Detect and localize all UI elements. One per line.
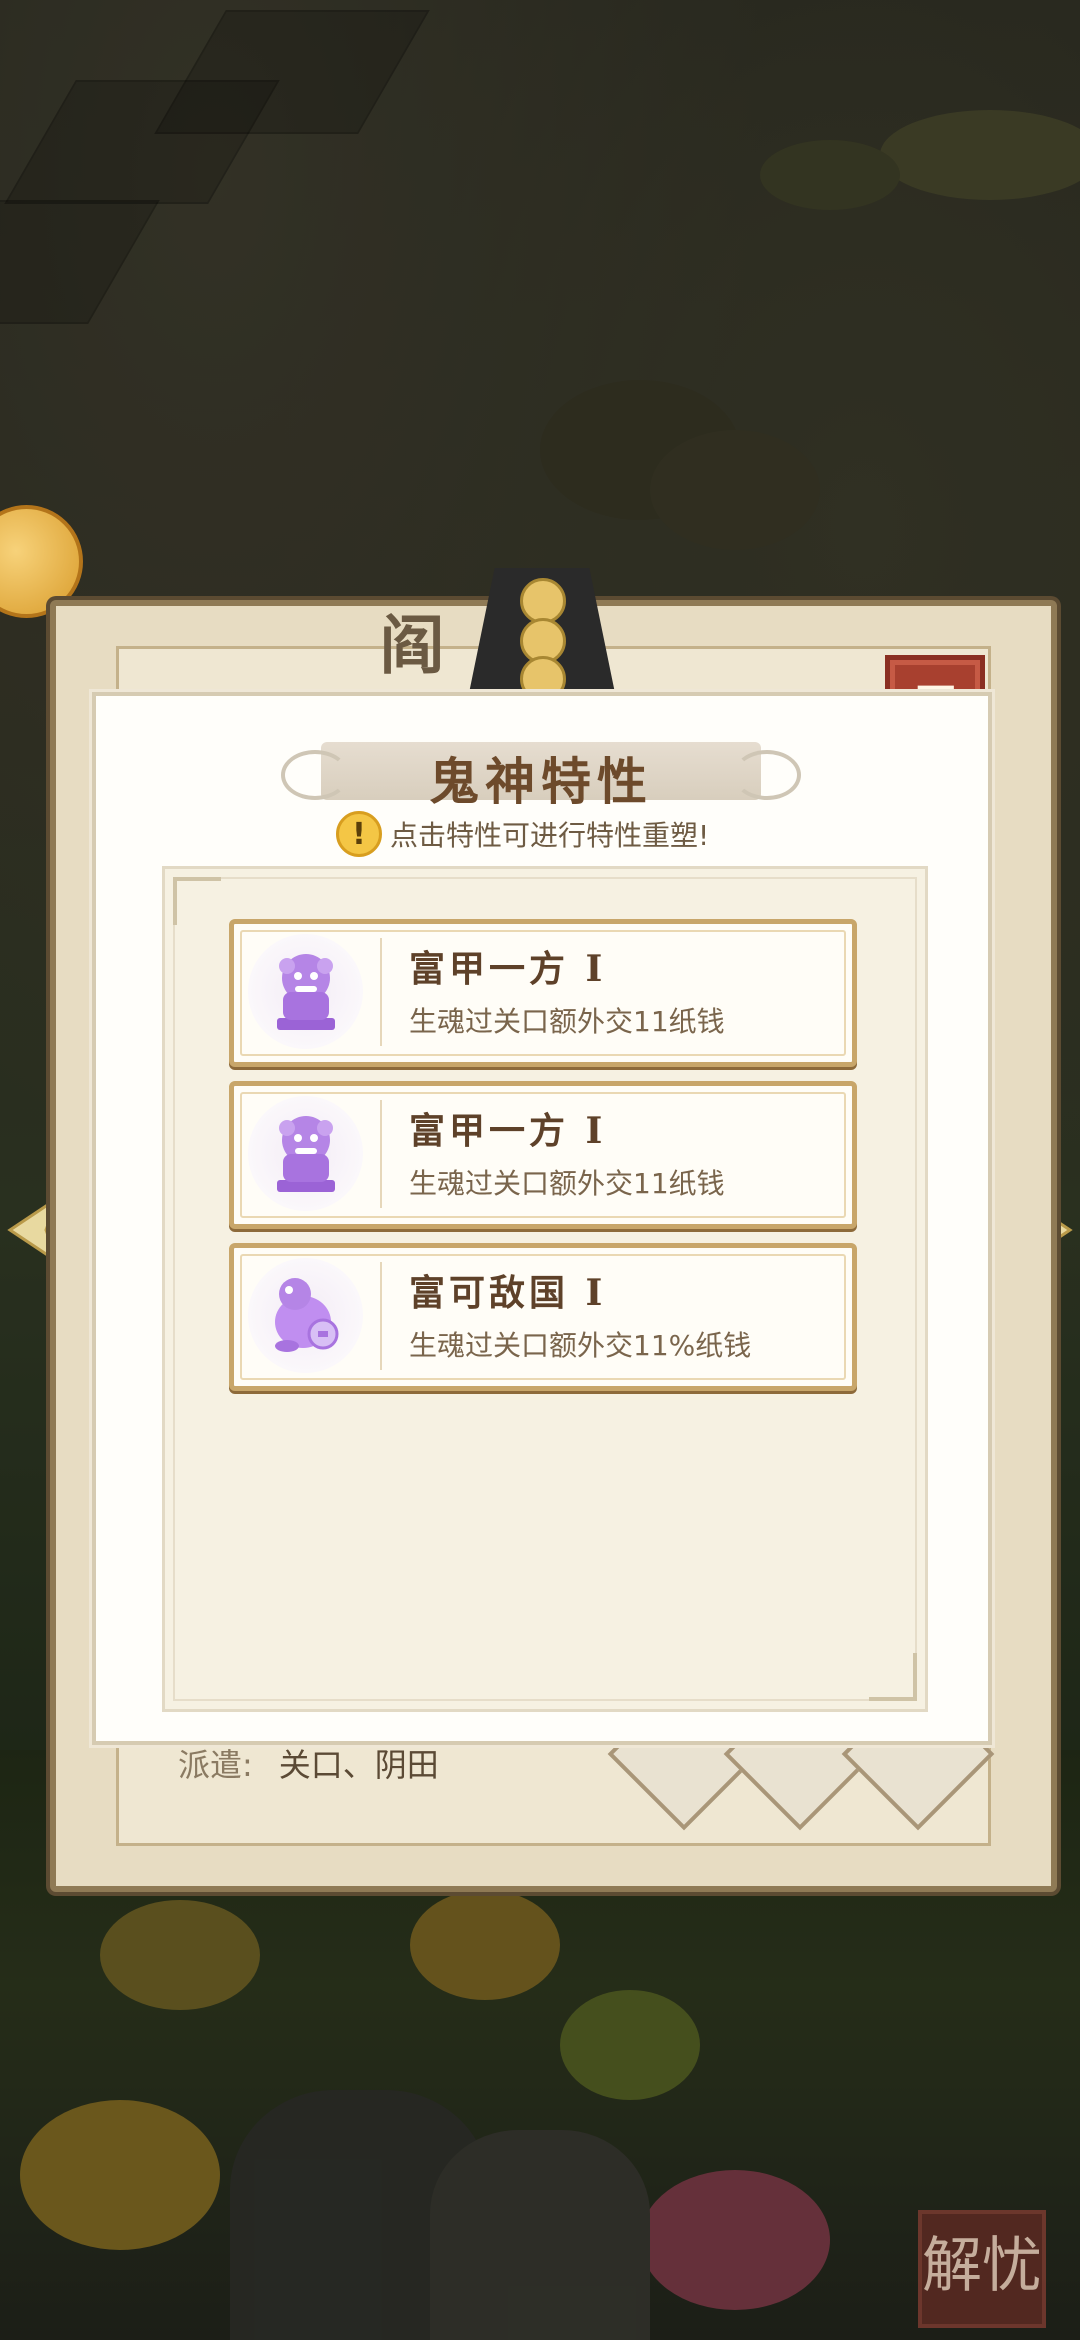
trait-card[interactable]: 富甲一方 I 生魂过关口额外交11纸钱 — [229, 1081, 857, 1229]
trait-description: 生魂过关口额外交11%纸钱 — [409, 1329, 752, 1362]
reshape-hint: ! 点击特性可进行特性重塑! — [336, 811, 710, 857]
trait-name: 富甲一方 I — [409, 948, 607, 990]
trait-description: 生魂过关口额外交11纸钱 — [409, 1167, 725, 1200]
lion-statue-icon — [248, 1096, 363, 1211]
toad-coin-icon — [248, 1258, 363, 1373]
dispatch-info: 派遣: 关口、阴田 — [178, 1740, 439, 1786]
trait-name: 富甲一方 I — [409, 1110, 607, 1152]
dialog-title-banner: 鬼神特性 — [281, 736, 801, 811]
lion-statue-icon — [248, 934, 363, 1049]
trait-card[interactable]: 富可敌国 I 生魂过关口额外交11%纸钱 — [229, 1243, 857, 1391]
trait-name: 富可敌国 I — [409, 1272, 607, 1314]
trait-description: 生魂过关口额外交11纸钱 — [409, 1005, 725, 1038]
dispatch-value: 关口、阴田 — [278, 1746, 439, 1784]
corner-ornament — [173, 877, 221, 925]
trait-list-panel: 富甲一方 I 生魂过关口额外交11纸钱 富甲一方 I 生魂过关口额外交11纸钱 — [162, 866, 928, 1712]
trait-card[interactable]: 富甲一方 I 生魂过关口额外交11纸钱 — [229, 919, 857, 1067]
hint-text: 点击特性可进行特性重塑! — [390, 819, 710, 852]
dispatch-label: 派遣: — [178, 1746, 253, 1784]
exclamation-icon: ! — [336, 811, 382, 857]
dialog-title: 鬼神特性 — [429, 752, 653, 811]
trait-dialog: 鬼神特性 ! 点击特性可进行特性重塑! 富甲一方 I 生魂过关口额外交11纸钱 … — [92, 692, 992, 1745]
relieve-worries-button[interactable]: 解忧 — [918, 2210, 1046, 2328]
corner-ornament — [869, 1653, 917, 1701]
